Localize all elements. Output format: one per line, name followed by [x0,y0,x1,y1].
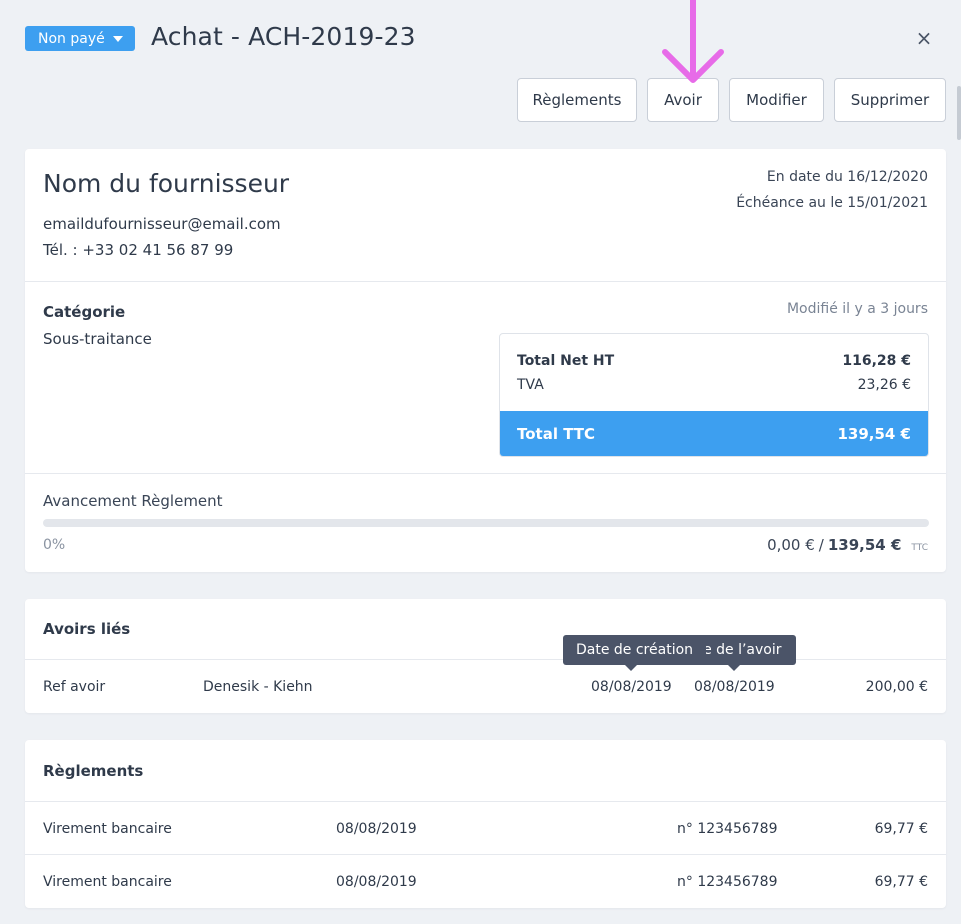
purchase-summary-card: Nom du fournisseur emaildufournisseur@em… [25,149,946,572]
tva-value: 23,26 € [857,377,911,393]
due-date: Échéance au le 15/01/2021 [736,195,928,211]
total-ttc-label: Total TTC [517,424,596,443]
supprimer-button[interactable]: Supprimer [834,78,946,122]
payment-amount: 69,77 € [874,874,928,890]
page-title: Achat - ACH-2019-23 [151,22,416,51]
modal-header: Non payé Achat - ACH-2019-23 × [0,0,961,78]
ttc-unit: TTC [911,543,928,553]
payment-date: 08/08/2019 [336,874,417,890]
payment-method: Virement bancaire [43,874,172,890]
reglements-button[interactable]: Règlements [517,78,637,122]
linked-credits-card: Avoirs liés Ref avoir Denesik - Kiehn 08… [25,599,946,713]
payment-method: Virement bancaire [43,821,172,837]
credit-creation-date: 08/08/2019 [591,679,672,695]
category-value: Sous-traitance [43,330,152,348]
credit-amount: 200,00 € [865,679,928,695]
action-toolbar: Règlements Avoir Modifier Supprimer [0,78,961,123]
tva-row: TVA 23,26 € [517,377,911,393]
supplier-name: Nom du fournisseur [43,169,290,198]
status-label: Non payé [38,30,105,47]
payment-progress-percent: 0% [43,537,66,553]
payment-progress-amount: 0,00 € / 139,54 € TTC [767,536,928,554]
amount-separator: / [818,536,824,554]
annotation-arrow-icon [662,0,724,83]
issue-date: En date du 16/12/2020 [766,169,928,185]
supplier-phone: Tél. : +33 02 41 56 87 99 [43,241,234,259]
divider [25,473,946,474]
payment-ref: n° 123456789 [677,821,778,837]
divider [25,281,946,282]
payment-progress-bar [43,519,929,527]
linked-credits-title: Avoirs liés [43,620,131,638]
modified-info: Modifié il y a 3 jours [786,301,928,317]
paid-amount: 0,00 € [767,536,815,554]
tooltip-creation-date-text: Date de création [576,642,694,658]
total-ttc-row: Total TTC 139,54 € [500,411,928,456]
payment-amount: 69,77 € [874,821,928,837]
divider [25,854,946,855]
divider [25,801,946,802]
supplier-email: emaildufournisseur@email.com [43,215,281,233]
payments-card: Règlements Virement bancaire 08/08/2019 … [25,740,946,908]
payments-title: Règlements [43,762,144,780]
status-dropdown[interactable]: Non payé [25,26,135,51]
net-ht-label: Total Net HT [517,353,615,369]
total-amount: 139,54 € [827,536,902,554]
credit-ref: Ref avoir [43,679,106,695]
caret-down-icon [112,35,123,42]
payment-progress-label: Avancement Règlement [43,492,223,510]
total-ttc-value: 139,54 € [837,424,911,443]
net-ht-row: Total Net HT 116,28 € [517,353,911,369]
close-icon[interactable]: × [914,26,934,50]
credit-client: Denesik - Kiehn [203,679,313,695]
payment-ref: n° 123456789 [677,874,778,890]
payment-date: 08/08/2019 [336,821,417,837]
scrollbar-thumb[interactable] [957,86,961,140]
category-label: Catégorie [43,303,126,321]
tva-label: TVA [517,377,544,393]
modifier-button[interactable]: Modifier [729,78,824,122]
tooltip-creation-date: Date de création [563,635,707,671]
tooltip-pointer [727,664,741,671]
divider [25,659,946,660]
totals-box: Total Net HT 116,28 € TVA 23,26 € Total … [499,333,929,457]
tooltip-pointer [624,664,638,671]
net-ht-value: 116,28 € [842,353,911,369]
credit-date: 08/08/2019 [694,679,775,695]
